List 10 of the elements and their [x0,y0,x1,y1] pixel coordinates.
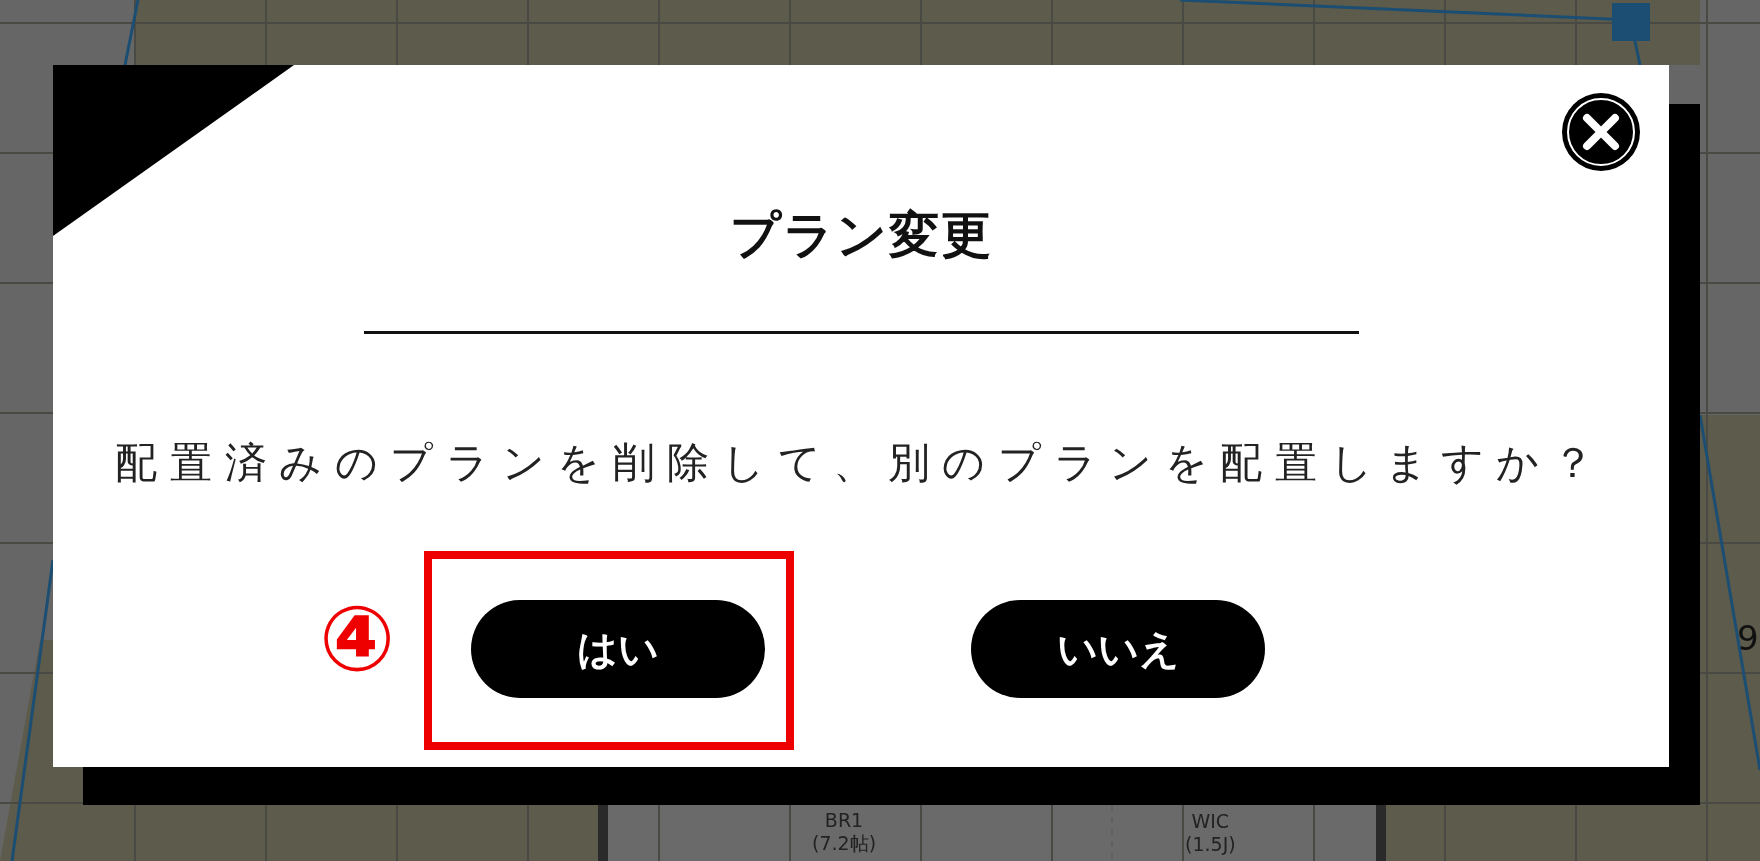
dialog-button[interactable]: いいえ [971,600,1265,699]
dialog-button[interactable]: はい [471,600,765,699]
dialog-title: プラン変更 [729,205,993,265]
close-button[interactable] [1561,92,1641,172]
room-label: BR1 (7.2帖) [812,809,877,855]
step-marker: ④ [319,594,396,685]
corner-triangle-icon [53,65,294,236]
room-label: WIC (1.5J) [1185,810,1236,856]
dialog-message: 配置済みのプランを削除して、別のプランを配置しますか？ [115,438,1607,489]
dimension-label: 9 [1737,621,1759,655]
